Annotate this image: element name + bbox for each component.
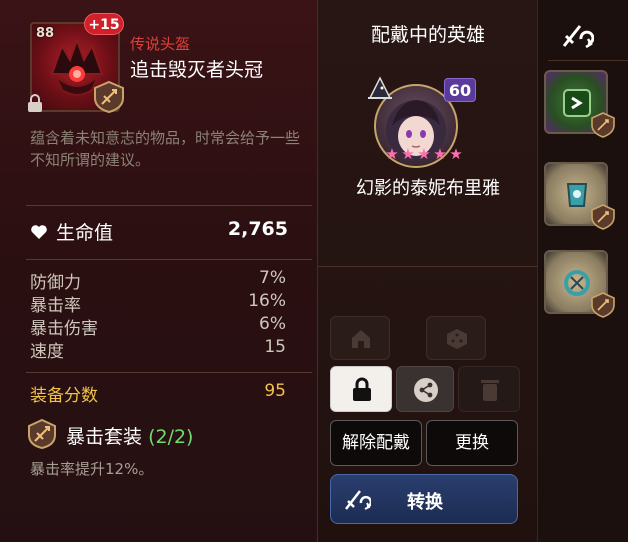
critical-set-icon <box>591 112 615 138</box>
main-stat-label: 生命值 <box>56 222 114 244</box>
item-name: 追击毁灭者头冠 <box>130 59 264 81</box>
switch-button-label: 转换 <box>407 492 443 513</box>
critical-set-icon <box>591 204 615 230</box>
divider <box>26 205 312 206</box>
critical-set-icon <box>28 418 56 450</box>
critical-set-icon <box>94 80 124 114</box>
dice-button[interactable] <box>426 316 486 360</box>
set-name: 暴击套装 (2/2) <box>66 422 193 449</box>
star-icon: ★ <box>417 145 431 163</box>
item-rarity: 传说头盔 <box>130 35 191 53</box>
set-name-text: 暴击套装 <box>66 426 143 448</box>
lock-button[interactable] <box>330 366 392 412</box>
ring-gear-icon <box>564 270 590 296</box>
divider <box>26 372 312 373</box>
delete-button[interactable] <box>458 366 520 412</box>
panel-title: 配戴中的英雄 <box>370 24 485 46</box>
main-stat-value: 2,765 <box>227 218 288 240</box>
sub-stat-label: 暴击率 <box>30 296 81 316</box>
sub-stat-value: 6% <box>259 314 286 334</box>
sub-stat-label: 速度 <box>30 342 64 362</box>
sub-stat-value: 7% <box>259 268 286 288</box>
emerald-gear-icon <box>563 89 591 117</box>
set-count: (2/2) <box>148 426 194 448</box>
sub-stat-row: 防御力 7% <box>30 268 286 293</box>
gear-score-value: 95 <box>264 381 286 401</box>
sub-stat-value: 16% <box>248 291 286 311</box>
sub-stat-label: 暴击伤害 <box>30 319 98 339</box>
switch-button[interactable]: 转换 <box>330 474 518 524</box>
equipped-hero-panel: 配戴中的英雄 60 ★ ★ ★ ★ ★ 幻影的泰妮布里雅 解除配戴 更换 转换 <box>318 0 538 542</box>
star-icon: ★ <box>433 145 447 163</box>
gear-score-row: 装备分数 95 <box>30 381 286 406</box>
armor-gear-icon <box>566 183 588 207</box>
divider <box>318 266 538 267</box>
gear-slot-column <box>538 0 628 542</box>
sub-stat-row: 速度 15 <box>30 337 286 362</box>
unequip-button[interactable]: 解除配戴 <box>330 420 422 466</box>
critical-set-icon <box>591 292 615 318</box>
sub-stat-row: 暴击率 16% <box>30 291 286 316</box>
hero-level-badge: 60 <box>444 78 476 102</box>
share-icon <box>414 378 438 402</box>
hero-name: 幻影的泰妮布里雅 <box>356 178 500 199</box>
heart-icon <box>31 225 47 239</box>
star-icon: ★ <box>401 145 415 163</box>
house-icon <box>352 330 370 348</box>
gear-score-label: 装备分数 <box>30 386 98 406</box>
lock-icon <box>353 377 371 401</box>
sub-stat-value: 15 <box>264 337 286 357</box>
sub-stat-label: 防御力 <box>30 273 81 293</box>
hero-star-rating: ★ ★ ★ ★ ★ <box>384 146 464 162</box>
star-icon: ★ <box>449 145 463 163</box>
share-button[interactable] <box>396 366 454 412</box>
dice-icon <box>447 329 467 349</box>
enhance-badge: +15 <box>84 13 124 35</box>
star-icon: ★ <box>385 145 399 163</box>
house-button[interactable] <box>330 316 390 360</box>
main-stat-row: 生命值 2,765 <box>30 218 288 246</box>
trash-icon <box>481 380 499 401</box>
swap-icon[interactable] <box>560 22 594 50</box>
lock-icon <box>28 94 42 112</box>
divider <box>548 60 628 61</box>
sub-stat-row: 暴击伤害 6% <box>30 314 286 339</box>
divider <box>26 259 312 260</box>
set-effect: 暴击率提升12%。 <box>30 460 154 478</box>
item-detail-panel: 88 +15 传说头盔 追击毁灭者头冠 蕴含着未知意志的物品，时常会给予一些不知… <box>0 0 318 542</box>
change-button[interactable]: 更换 <box>426 420 518 466</box>
mage-class-icon <box>368 76 392 99</box>
item-description: 蕴含着未知意志的物品，时常会给予一些不知所谓的建议。 <box>30 129 301 169</box>
